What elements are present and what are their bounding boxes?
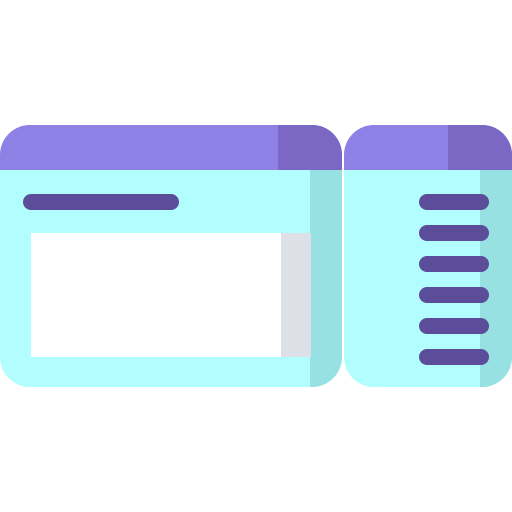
ticket-icon-canvas xyxy=(0,0,512,512)
panel-white xyxy=(31,233,281,357)
stub-line xyxy=(419,194,489,210)
stub-line xyxy=(419,287,489,303)
panel-shade xyxy=(281,233,311,357)
ticket-icon xyxy=(0,125,512,387)
stub-line xyxy=(419,318,489,334)
main-header-shade xyxy=(278,125,342,170)
main-title-line xyxy=(23,194,179,210)
stub-header-shade xyxy=(448,125,512,170)
stub-line xyxy=(419,225,489,241)
stub-line xyxy=(419,349,489,365)
main-content-panel xyxy=(31,233,311,357)
stub-line xyxy=(419,256,489,272)
